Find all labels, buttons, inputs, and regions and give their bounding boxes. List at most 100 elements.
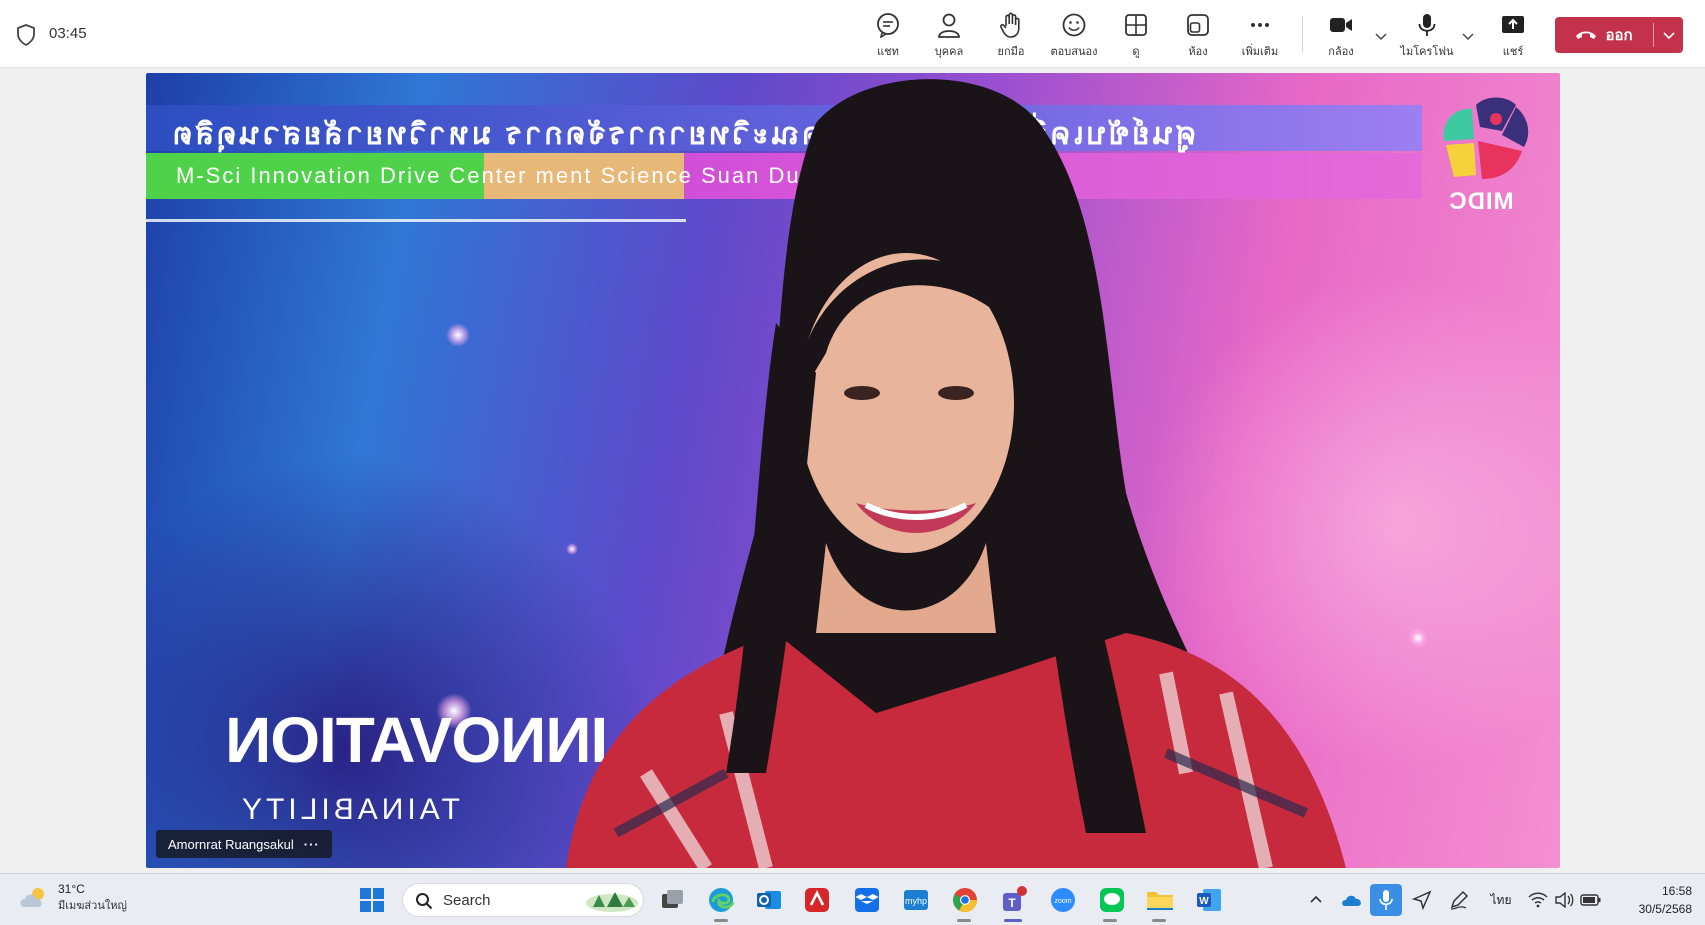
onedrive-cloud-icon: [1342, 895, 1361, 906]
taskbar-line[interactable]: [1096, 884, 1128, 916]
folder-icon: [1147, 892, 1173, 910]
participant-person: [566, 79, 1346, 868]
people-label: บุคคล: [934, 46, 964, 58]
acrobat-icon: [805, 888, 829, 912]
meeting-timer: 03:45: [49, 25, 87, 42]
taskbar-word[interactable]: W: [1193, 884, 1225, 916]
task-view-button[interactable]: [657, 884, 689, 916]
people-button[interactable]: บุคคล: [920, 12, 978, 62]
participant-name: Amornrat Ruangsakul: [168, 836, 294, 852]
taskbar-myhp[interactable]: myhp: [900, 884, 932, 916]
leave-button[interactable]: ออก: [1555, 17, 1683, 53]
chevron-down-icon: [1663, 32, 1675, 40]
location-tray[interactable]: [1406, 884, 1438, 916]
taskbar-clock[interactable]: 16:58 30/5/2568: [1612, 882, 1692, 918]
taskbar-file-explorer[interactable]: [1144, 884, 1176, 916]
search-placeholder: Search: [443, 892, 491, 909]
microphone-button[interactable]: ไมโครโฟน: [1398, 12, 1456, 62]
participant-video[interactable]: ศูนย์ขับเคลื่อนนวัตกรรม คณะวิทยาการจัดกา…: [146, 73, 1560, 868]
view-button[interactable]: ดู: [1107, 12, 1165, 62]
quick-settings-button[interactable]: [1526, 884, 1604, 916]
raise-hand-label: ยกมือ: [997, 46, 1025, 58]
volume-icon: [1555, 892, 1574, 908]
taskbar-outlook[interactable]: [753, 884, 785, 916]
rooms-label: ห้อง: [1188, 46, 1208, 58]
leave-main-button[interactable]: ออก: [1555, 17, 1653, 53]
leave-label: ออก: [1605, 27, 1633, 44]
microphone-options-chevron-icon[interactable]: [1460, 28, 1476, 44]
hang-up-phone-icon: [1576, 31, 1597, 39]
edge-browser-icon: [709, 888, 735, 912]
pen-icon: [1450, 890, 1469, 910]
share-button[interactable]: แชร์: [1484, 12, 1542, 62]
more-dots-icon: [1251, 23, 1269, 27]
input-language-button[interactable]: ไทย: [1484, 884, 1518, 916]
react-button[interactable]: ตอบสนอง: [1045, 12, 1103, 62]
meeting-toolbar: 03:45 แชท บุคคล ยกมือ ตอบสนอง ดู ห้อง เพ…: [0, 0, 1705, 68]
svg-text:myhp: myhp: [905, 896, 927, 906]
rooms-button[interactable]: ห้อง: [1169, 12, 1227, 62]
slogan-sustainability: TAINABILITY: [238, 793, 460, 826]
outlook-icon: [757, 891, 781, 909]
microphone-label: ไมโครโฟน: [1400, 46, 1454, 58]
microphone-icon: [1379, 890, 1393, 910]
grid-icon: [1125, 14, 1147, 36]
chrome-icon: [953, 888, 977, 913]
smiley-icon: [1062, 13, 1086, 37]
word-icon: W: [1197, 889, 1221, 911]
taskbar-zoom[interactable]: zoom: [1047, 884, 1079, 916]
leave-separator: [1653, 23, 1654, 47]
share-label: แชร์: [1502, 46, 1524, 58]
share-screen-icon: [1502, 16, 1524, 33]
svg-text:T: T: [1008, 896, 1016, 910]
active-app-indicator: [1004, 919, 1022, 922]
zoom-icon: zoom: [1051, 888, 1075, 912]
weather-temperature: 31°C: [58, 882, 85, 896]
location-arrow-icon: [1412, 890, 1432, 910]
line-app-icon: [1100, 888, 1124, 912]
camera-options-chevron-icon[interactable]: [1373, 28, 1389, 44]
myhp-icon: myhp: [904, 890, 928, 910]
onedrive-tray[interactable]: [1336, 884, 1368, 916]
taskbar-edge[interactable]: [705, 884, 737, 916]
react-label: ตอบสนอง: [1050, 46, 1098, 58]
participant-more-options[interactable]: ···: [304, 837, 320, 852]
camera-icon: [1330, 18, 1352, 32]
taskbar-dropbox[interactable]: [851, 884, 883, 916]
chat-button[interactable]: แชท: [859, 12, 917, 62]
running-indicator: [1103, 919, 1117, 922]
windows-start-button[interactable]: [356, 884, 388, 916]
toolbar-divider: [1302, 16, 1303, 52]
microphone-in-use-tray[interactable]: [1370, 884, 1402, 916]
microphone-icon: [1418, 14, 1436, 36]
pen-tray[interactable]: [1443, 884, 1475, 916]
view-label: ดู: [1132, 46, 1140, 58]
breakout-rooms-icon: [1187, 14, 1209, 36]
raise-hand-button[interactable]: ยกมือ: [982, 12, 1040, 62]
cloudy-weather-icon: [20, 888, 44, 907]
running-indicator: [714, 919, 728, 922]
shield-icon: [17, 24, 35, 46]
camera-button[interactable]: กล้อง: [1312, 12, 1370, 62]
search-icon: [416, 893, 433, 910]
running-indicator: [957, 919, 971, 922]
person-icon: [938, 13, 960, 38]
taskbar-teams[interactable]: T: [998, 884, 1030, 916]
leave-options-dropdown[interactable]: [1655, 17, 1683, 53]
chevron-up-icon: [1310, 895, 1322, 903]
svg-text:zoom: zoom: [1054, 898, 1071, 905]
weather-widget[interactable]: 31°C มีเมฆส่วนใหญ่: [18, 882, 127, 914]
running-indicator: [1152, 919, 1166, 922]
chat-label: แชท: [877, 46, 899, 58]
taskbar-search-box[interactable]: Search: [402, 883, 644, 917]
taskbar-acrobat-app[interactable]: [801, 884, 833, 916]
teams-icon: T: [1003, 886, 1027, 911]
show-hidden-icons-button[interactable]: [1300, 884, 1332, 916]
taskbar-chrome[interactable]: [949, 884, 981, 916]
teams-meeting-window: 03:45 แชท บุคคล ยกมือ ตอบสนอง ดู ห้อง เพ…: [0, 0, 1705, 925]
clock-date: 30/5/2568: [1638, 902, 1692, 916]
sparkle: [446, 323, 470, 347]
camera-label: กล้อง: [1328, 46, 1354, 58]
more-button[interactable]: เพิ่มเติม: [1231, 12, 1289, 62]
windows-logo-icon: [360, 888, 384, 912]
